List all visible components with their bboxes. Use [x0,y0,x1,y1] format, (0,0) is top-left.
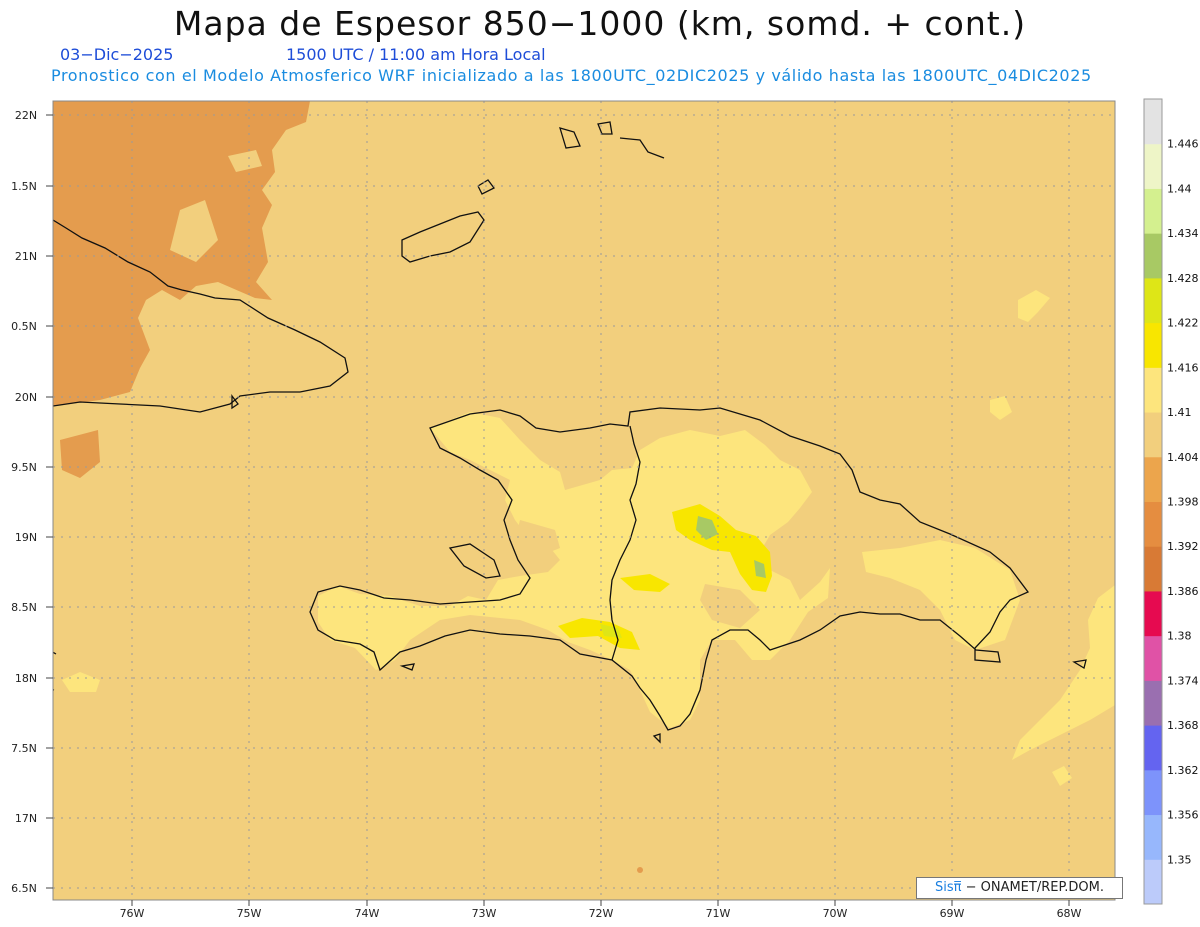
lon-tick-label: 69W [940,907,965,920]
colorbar-swatch [1144,859,1162,905]
colorbar-label: 1.434 [1167,227,1199,240]
colorbar-label: 1.392 [1167,540,1199,553]
lon-tick-label: 76W [120,907,145,920]
lon-tick-label: 71W [706,907,731,920]
lon-tick-label: 68W [1057,907,1082,920]
colorbar-swatch [1144,725,1162,771]
colorbar-swatch [1144,143,1162,189]
latitude-axis: 22N 1.5N 21N 0.5N 20N 9.5N 19N 8.5N 18N … [11,109,53,895]
colorbar-label: 1.44 [1167,182,1192,195]
colorbar-label: 1.386 [1167,585,1199,598]
colorbar-swatch [1144,322,1162,368]
lon-tick-label: 73W [472,907,497,920]
colorbar-swatch [1144,456,1162,502]
lat-tick-label: 0.5N [11,320,37,333]
colorbar-swatch [1144,501,1162,547]
colorbar-label: 1.446 [1167,138,1199,151]
colorbar-swatch [1144,680,1162,726]
colorbar-swatch [1144,814,1162,860]
colorbar-label: 1.362 [1167,764,1199,777]
colorbar-label: 1.416 [1167,361,1199,374]
colorbar-swatch [1144,367,1162,413]
map-area [53,101,1115,900]
colorbar-label: 1.374 [1167,674,1199,687]
lat-tick-label: 17N [15,812,37,825]
lat-tick-label: 22N [15,109,37,122]
longitude-axis: 76W 75W 74W 73W 72W 71W 70W 69W 68W [120,900,1082,920]
lon-tick-label: 72W [589,907,614,920]
lon-tick-label: 70W [823,907,848,920]
colorbar-swatch [1144,99,1162,145]
colorbar-swatch [1144,277,1162,324]
credit-box: Sisπ̅ − ONAMET/REP.DOM. [916,877,1123,899]
lat-tick-label: 18N [15,672,37,685]
colorbar-label: 1.41 [1167,406,1192,419]
colorbar-swatch [1144,635,1162,681]
colorbar-swatch [1144,546,1162,592]
colorbar-label: 1.38 [1167,630,1192,643]
colorbar-label: 1.404 [1167,451,1199,464]
lat-tick-label: 20N [15,391,37,404]
colorbar: 1.35 1.356 1.362 1.368 1.374 1.38 1.386 1.392 1.… [1143,98,1199,905]
credit-brand: Sisπ̅ [934,880,962,895]
colorbar-swatch [1144,188,1162,234]
colorbar-swatch [1144,769,1162,816]
warm-thickness-dot [637,867,643,873]
lat-tick-label: 19N [15,531,37,544]
colorbar-swatch [1144,412,1162,458]
credit-org: − ONAMET/REP.DOM. [961,880,1104,895]
lon-tick-label: 74W [355,907,380,920]
colorbar-label: 1.35 [1167,853,1192,866]
colorbar-swatch [1144,233,1162,279]
lat-tick-label: 1.5N [11,180,37,193]
lat-tick-label: 8.5N [11,601,37,614]
colorbar-label: 1.356 [1167,809,1199,822]
lat-tick-label: 21N [15,250,37,263]
thickness-map: 22N 1.5N 21N 0.5N 20N 9.5N 19N 8.5N 18N … [11,98,1199,920]
colorbar-swatch [1144,590,1162,637]
lat-tick-label: 9.5N [11,461,37,474]
lat-tick-label: 6.5N [11,882,37,895]
colorbar-label: 1.398 [1167,496,1199,509]
lat-tick-label: 7.5N [11,742,37,755]
colorbar-label: 1.422 [1167,317,1199,330]
lon-tick-label: 75W [237,907,262,920]
colorbar-label: 1.428 [1167,272,1199,285]
colorbar-label: 1.368 [1167,719,1199,732]
